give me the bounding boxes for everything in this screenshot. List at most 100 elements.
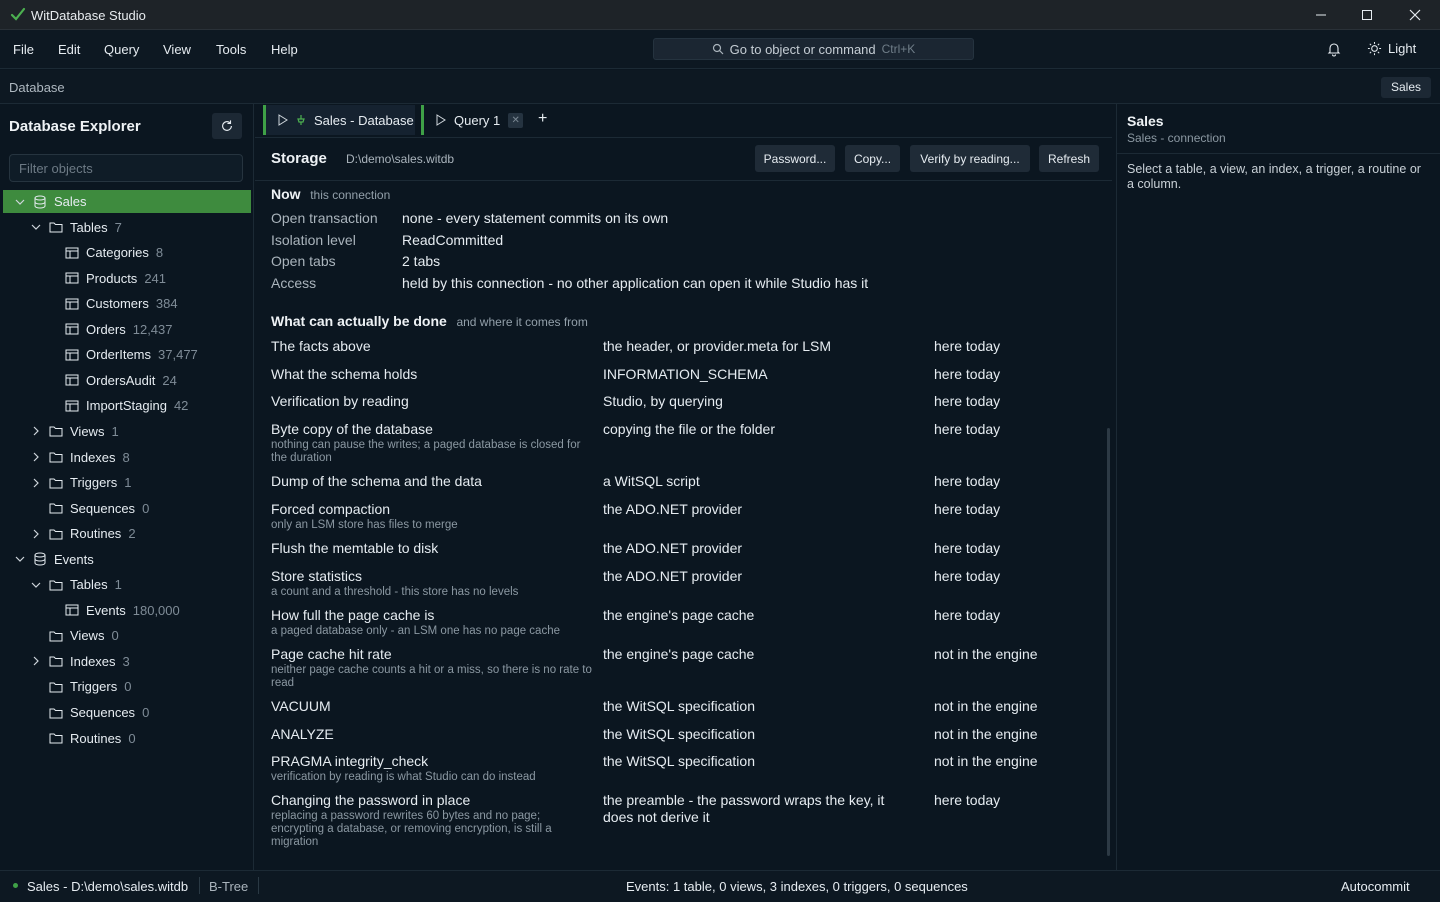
tab-sales-database[interactable]: Sales - Database — [263, 105, 415, 135]
tree-item-views[interactable]: Views 1 — [3, 420, 251, 443]
tree-item-count: 180,000 — [132, 602, 180, 618]
tree-item-count: 8 — [122, 449, 130, 465]
tree-item-sales[interactable]: Sales — [3, 190, 251, 213]
command-search[interactable]: Go to object or command Ctrl+K — [653, 38, 974, 60]
filter-objects-input[interactable] — [9, 154, 243, 182]
add-tab-icon[interactable]: + — [538, 110, 547, 128]
now-key: Isolation level — [271, 232, 356, 248]
chevron-down-icon[interactable] — [12, 194, 28, 210]
capability-status: here today — [934, 473, 1001, 489]
now-section-heading: Now this connection — [271, 186, 390, 202]
run-icon — [278, 114, 288, 126]
chevron-right-icon[interactable] — [28, 653, 44, 669]
details-title: Sales — [1127, 113, 1164, 129]
capability-row: PRAGMA integrity_check verification by re… — [271, 753, 596, 784]
divider — [255, 180, 1112, 181]
capability-source: the WitSQL specification — [603, 753, 755, 769]
tree-item-tables[interactable]: Tables 1 — [3, 573, 251, 596]
tree-item-events[interactable]: Events 180,000 — [3, 599, 251, 622]
menu-tools[interactable]: Tools — [216, 42, 246, 57]
capability-feature: Changing the password in place — [271, 792, 471, 808]
notifications-bell-icon[interactable] — [1326, 41, 1342, 60]
refresh-button[interactable]: Refresh — [1039, 145, 1099, 172]
tree-item-indexes[interactable]: Indexes 8 — [3, 446, 251, 469]
copy-button[interactable]: Copy... — [845, 145, 900, 172]
menu-view[interactable]: View — [163, 42, 191, 57]
tab-query-1[interactable]: Query 1 ✕ — [421, 105, 525, 135]
content-scrollbar[interactable] — [1107, 428, 1110, 856]
chevron-right-icon[interactable] — [28, 475, 44, 491]
capability-status: here today — [934, 393, 1001, 409]
folder-icon — [48, 679, 64, 695]
capability-note: verification by reading is what Studio c… — [271, 771, 536, 783]
maximize-icon — [1362, 10, 1372, 20]
tree-item-categories[interactable]: Categories 8 — [3, 241, 251, 264]
status-engine: B-Tree — [209, 879, 249, 894]
chevron-down-icon[interactable] — [12, 551, 28, 567]
tree-item-routines[interactable]: Routines 2 — [3, 522, 251, 545]
refresh-icon — [222, 120, 232, 131]
capability-source: the WitSQL specification — [603, 726, 755, 742]
tree-item-sequences[interactable]: Sequences 0 — [3, 497, 251, 520]
database-icon — [32, 551, 48, 567]
verify-by-reading-button[interactable]: Verify by reading... — [910, 145, 1030, 172]
capability-feature: Forced compaction — [271, 501, 391, 517]
tree-item-orderitems[interactable]: OrderItems 37,477 — [3, 343, 251, 366]
tree-item-ordersaudit[interactable]: OrdersAudit 24 — [3, 369, 251, 392]
table-icon — [64, 347, 80, 363]
tree-item-indexes[interactable]: Indexes 3 — [3, 650, 251, 673]
capability-note: neither page cache counts a hit or a mis… — [271, 664, 592, 689]
maximize-button[interactable] — [1344, 0, 1390, 30]
capability-note: a paged database only - an LSM one has n… — [271, 625, 560, 637]
chevron-down-icon[interactable] — [28, 219, 44, 235]
connection-plug-icon — [297, 115, 305, 125]
explorer-refresh-button[interactable] — [212, 113, 242, 139]
capability-status: not in the engine — [934, 698, 1038, 714]
table-icon — [64, 245, 80, 261]
tree-item-triggers[interactable]: Triggers 0 — [3, 675, 251, 698]
tab-label: Query 1 — [454, 112, 501, 128]
minimize-button[interactable] — [1298, 0, 1344, 30]
tree-item-products[interactable]: Products 241 — [3, 267, 251, 290]
tree-item-label: Orders — [86, 321, 126, 337]
chevron-down-icon[interactable] — [28, 577, 44, 593]
close-window-button[interactable] — [1392, 0, 1438, 30]
menu-edit[interactable]: Edit — [58, 42, 80, 57]
tree-item-orders[interactable]: Orders 12,437 — [3, 318, 251, 341]
divider — [1117, 153, 1440, 154]
search-icon — [712, 43, 724, 55]
storage-title: Storage — [271, 150, 327, 167]
capability-feature: The facts above — [271, 338, 371, 354]
tree-item-events[interactable]: Events — [3, 548, 251, 571]
storage-path: D:\demo\sales.witdb — [346, 152, 455, 166]
capability-feature: Store statistics — [271, 568, 363, 584]
tree-item-label: Indexes — [70, 449, 116, 465]
chevron-right-icon[interactable] — [28, 423, 44, 439]
tree-item-label: Tables — [70, 577, 108, 593]
chevron-right-icon[interactable] — [28, 449, 44, 465]
status-transaction-mode[interactable]: Autocommit — [1341, 879, 1410, 894]
menu-help[interactable]: Help — [271, 42, 298, 57]
tree-item-triggers[interactable]: Triggers 1 — [3, 471, 251, 494]
tree-item-label: OrdersAudit — [86, 372, 156, 388]
title-bar — [0, 0, 1440, 30]
folder-icon — [48, 526, 64, 542]
tree-item-count: 0 — [142, 705, 150, 720]
menu-file[interactable]: File — [13, 42, 34, 57]
tree-item-tables[interactable]: Tables 7 — [3, 216, 251, 239]
now-key: Open transaction — [271, 210, 378, 226]
tree-item-importstaging[interactable]: ImportStaging 42 — [3, 394, 251, 417]
chevron-right-icon[interactable] — [28, 526, 44, 542]
tree-item-routines[interactable]: Routines 0 — [3, 727, 251, 750]
theme-toggle-button[interactable]: Light — [1367, 41, 1416, 56]
tree-item-count: 24 — [162, 372, 177, 388]
close-tab-icon[interactable]: ✕ — [508, 112, 524, 128]
details-panel — [1116, 104, 1440, 870]
tree-item-views[interactable]: Views 0 — [3, 624, 251, 647]
connection-chip[interactable]: Sales — [1381, 77, 1432, 98]
tree-item-customers[interactable]: Customers 384 — [3, 292, 251, 315]
menu-query[interactable]: Query — [104, 42, 139, 57]
tree-item-sequences[interactable]: Sequences 0 — [3, 701, 251, 724]
password-button[interactable]: Password... — [755, 145, 835, 172]
